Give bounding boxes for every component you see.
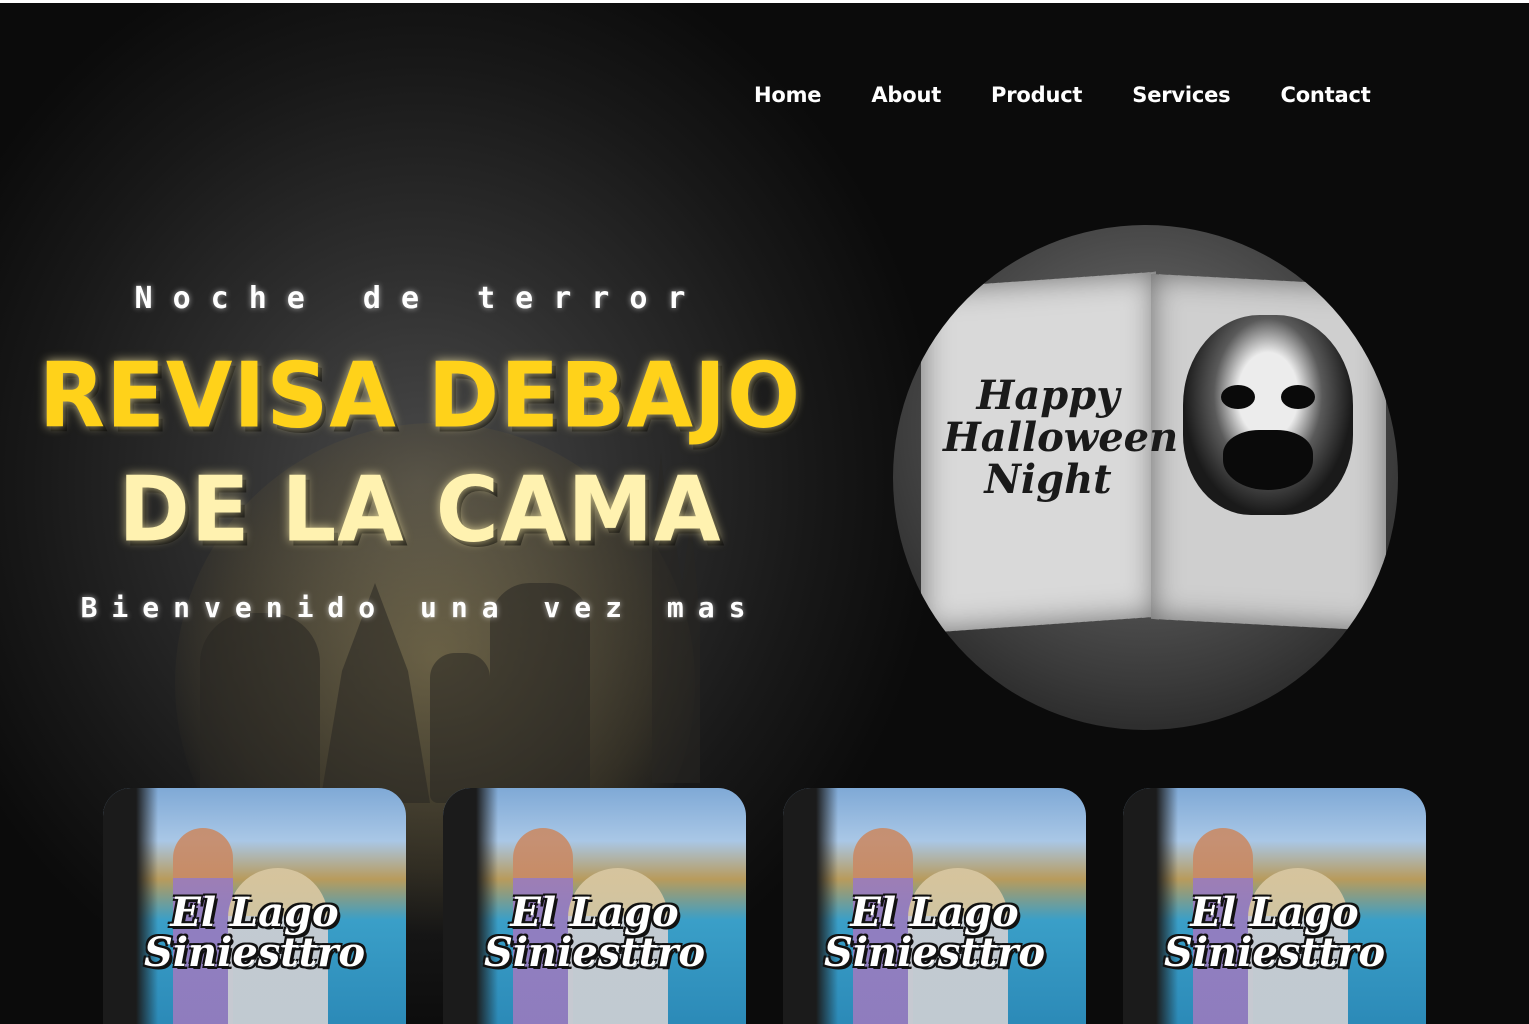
- story-card[interactable]: El Lago Siniesttro: [103, 788, 406, 1024]
- book-lettering: Happy Halloween Night: [943, 372, 1179, 503]
- nav-contact-link[interactable]: Contact: [1280, 83, 1370, 107]
- story-card-title: El Lago Siniesttro: [143, 889, 366, 976]
- nav-home-link[interactable]: Home: [754, 83, 822, 107]
- hero-kicker: Noche de terror: [134, 281, 706, 316]
- story-card[interactable]: El Lago Siniesttro: [443, 788, 746, 1024]
- hero-headline-line2: DE LA CAMA: [118, 457, 722, 563]
- page-background: Home About Product Services Contact Noch…: [0, 3, 1529, 1024]
- story-card-title: El Lago Siniesttro: [1163, 889, 1386, 976]
- story-card[interactable]: El Lago Siniesttro: [1123, 788, 1426, 1024]
- skull-eye-right: [1281, 385, 1315, 409]
- hero-subtitle: Bienvenido una vez mas: [80, 591, 760, 624]
- skull-illustration: [1183, 315, 1353, 515]
- story-card[interactable]: El Lago Siniesttro: [783, 788, 1086, 1024]
- nav-about-link[interactable]: About: [871, 83, 941, 107]
- nav-services-link[interactable]: Services: [1132, 83, 1230, 107]
- story-card-title: El Lago Siniesttro: [823, 889, 1046, 976]
- child-silhouette-fairy: [200, 613, 320, 803]
- nav-product-link[interactable]: Product: [991, 83, 1082, 107]
- skull-mouth: [1223, 430, 1313, 490]
- halloween-book-image: Happy Halloween Night: [893, 225, 1398, 730]
- hero-headline-line1: REVISA DEBAJO: [38, 343, 802, 449]
- main-nav: Home About Product Services Contact: [754, 83, 1371, 107]
- skull-eye-left: [1221, 385, 1255, 409]
- child-silhouette-cat: [430, 653, 490, 803]
- story-card-title: El Lago Siniesttro: [483, 889, 706, 976]
